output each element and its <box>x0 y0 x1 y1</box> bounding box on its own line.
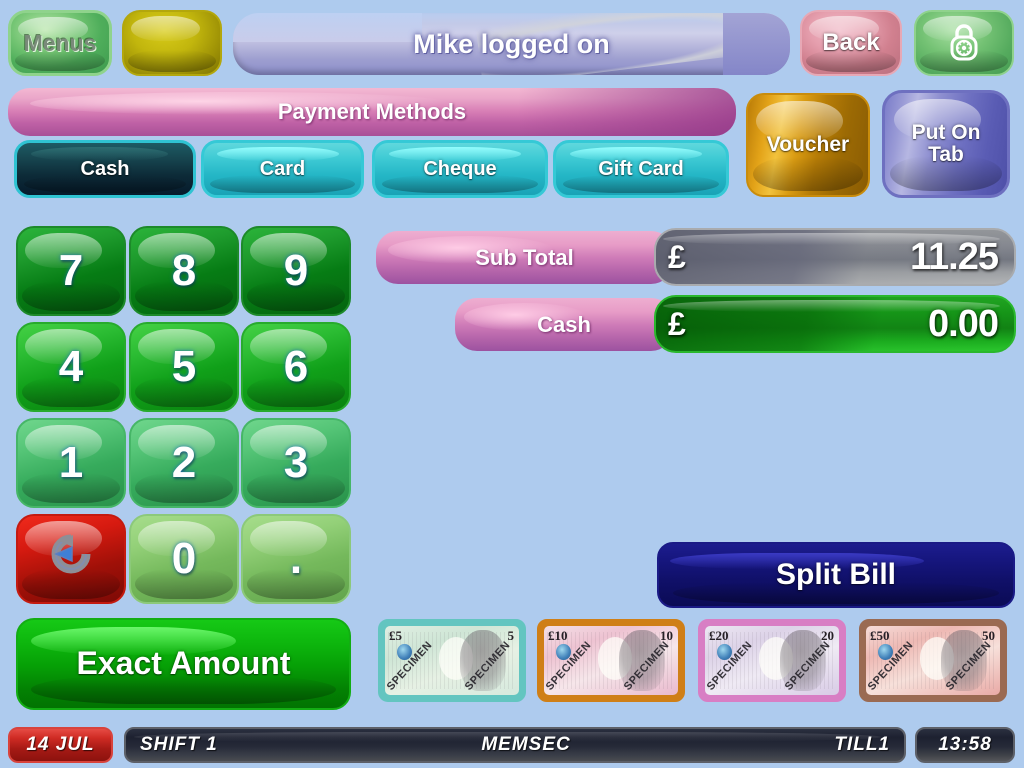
keypad-key-4-label: 4 <box>58 341 84 391</box>
back-button[interactable]: Back <box>800 10 902 76</box>
cash-label: Cash <box>537 311 591 337</box>
keypad-key-6[interactable]: 6 <box>241 322 351 412</box>
banknote-10[interactable]: £10 10 SPECIMEN SPECIMEN <box>537 619 685 702</box>
page-title: Mike logged on <box>413 28 610 59</box>
split-bill-button-label: Split Bill <box>776 558 896 592</box>
keypad-key-1-label: 1 <box>58 437 84 487</box>
back-button-label: Back <box>822 29 880 57</box>
sub-total-label: Sub Total <box>475 244 574 270</box>
sub-total-currency: £ <box>668 238 686 275</box>
banknote-10-paper: £10 10 SPECIMEN SPECIMEN <box>544 626 678 695</box>
cash-currency: £ <box>668 305 686 342</box>
cash-value: 0.00 <box>928 302 999 345</box>
keypad-key-decimal[interactable]: . <box>241 514 351 604</box>
status-operator: MEMSEC <box>481 734 571 755</box>
keypad-key-3[interactable]: 3 <box>241 418 351 508</box>
banknote-5-denomination: £5 <box>389 628 402 643</box>
status-main: SHIFT 1 MEMSEC TILL1 <box>124 727 906 763</box>
keypad-key-2-label: 2 <box>171 437 197 487</box>
keypad-key-7[interactable]: 7 <box>16 226 126 316</box>
cash-value-bar: £ 0.00 <box>654 295 1016 353</box>
banknote-50[interactable]: £50 50 SPECIMEN SPECIMEN <box>859 619 1007 702</box>
banknote-50-denomination: £50 <box>870 628 890 643</box>
menus-button-label: Menus <box>23 29 97 56</box>
banknote-20-paper: £20 20 SPECIMEN SPECIMEN <box>705 626 839 695</box>
payment-method-cash-label: Cash <box>80 157 130 180</box>
banknote-5[interactable]: £5 5 SPECIMEN SPECIMEN <box>378 619 526 702</box>
banknote-5-denomination-right: 5 <box>507 628 515 643</box>
keypad-key-3-label: 3 <box>283 437 309 487</box>
sub-total-value: 11.25 <box>910 235 999 278</box>
split-bill-button[interactable]: Split Bill <box>657 542 1015 608</box>
keypad-key-0[interactable]: 0 <box>129 514 239 604</box>
put-on-tab-line1: Put On <box>911 120 981 144</box>
unlabeled-yellow-button[interactable] <box>122 10 222 76</box>
keypad-backspace-button[interactable] <box>16 514 126 604</box>
pos-screen: Menus Mike logged on Back Payment Method… <box>0 0 1024 768</box>
keypad-key-0-label: 0 <box>171 533 197 583</box>
cash-label-bar: Cash <box>455 298 673 351</box>
keypad-key-8[interactable]: 8 <box>129 226 239 316</box>
payment-method-card-label: Card <box>259 157 306 180</box>
keypad-key-8-label: 8 <box>171 245 197 295</box>
banknote-10-denomination: £10 <box>548 628 568 643</box>
status-time-text: 13:58 <box>938 734 992 755</box>
put-on-tab-line2: Tab <box>928 143 964 166</box>
keypad-key-2[interactable]: 2 <box>129 418 239 508</box>
put-on-tab-button-label: Put On Tab <box>908 120 985 166</box>
keypad-key-6-label: 6 <box>283 341 309 391</box>
title-bar: Mike logged on <box>233 13 790 75</box>
keypad-key-5-label: 5 <box>171 341 197 391</box>
sub-total-label-bar: Sub Total <box>376 231 673 284</box>
status-date: 14 JUL <box>8 727 113 763</box>
payment-method-gift-card-label: Gift Card <box>598 157 684 180</box>
payment-method-cheque[interactable]: Cheque <box>372 140 548 198</box>
voucher-button[interactable]: Voucher <box>746 93 870 197</box>
put-on-tab-button[interactable]: Put On Tab <box>882 90 1010 198</box>
banknote-20-denomination: £20 <box>709 628 729 643</box>
keypad-key-4[interactable]: 4 <box>16 322 126 412</box>
payment-method-cash[interactable]: Cash <box>14 140 196 198</box>
padlock-icon <box>947 21 981 66</box>
keypad-key-1[interactable]: 1 <box>16 418 126 508</box>
keypad-key-9[interactable]: 9 <box>241 226 351 316</box>
keypad-key-decimal-label: . <box>289 533 303 583</box>
banknote-50-paper: £50 50 SPECIMEN SPECIMEN <box>866 626 1000 695</box>
status-time: 13:58 <box>915 727 1015 763</box>
exact-amount-button-label: Exact Amount <box>76 645 291 682</box>
banknote-5-paper: £5 5 SPECIMEN SPECIMEN <box>385 626 519 695</box>
status-date-text: 14 JUL <box>26 734 95 755</box>
payment-method-gift-card[interactable]: Gift Card <box>553 140 729 198</box>
payment-methods-header: Payment Methods <box>8 88 736 136</box>
voucher-button-label: Voucher <box>766 132 850 156</box>
payment-methods-title: Payment Methods <box>277 99 467 124</box>
menus-button[interactable]: Menus <box>8 10 112 76</box>
sub-total-value-bar: £ 11.25 <box>654 228 1016 286</box>
status-shift: SHIFT 1 <box>140 734 218 755</box>
keypad-key-5[interactable]: 5 <box>129 322 239 412</box>
keypad-key-9-label: 9 <box>283 245 309 295</box>
payment-method-card[interactable]: Card <box>201 140 364 198</box>
status-till: TILL1 <box>834 734 890 755</box>
banknote-20[interactable]: £20 20 SPECIMEN SPECIMEN <box>698 619 846 702</box>
exact-amount-button[interactable]: Exact Amount <box>16 618 351 710</box>
backspace-arrow-icon <box>42 525 100 594</box>
payment-method-cheque-label: Cheque <box>423 157 497 180</box>
lock-button[interactable] <box>914 10 1014 76</box>
keypad-key-7-label: 7 <box>58 245 84 295</box>
